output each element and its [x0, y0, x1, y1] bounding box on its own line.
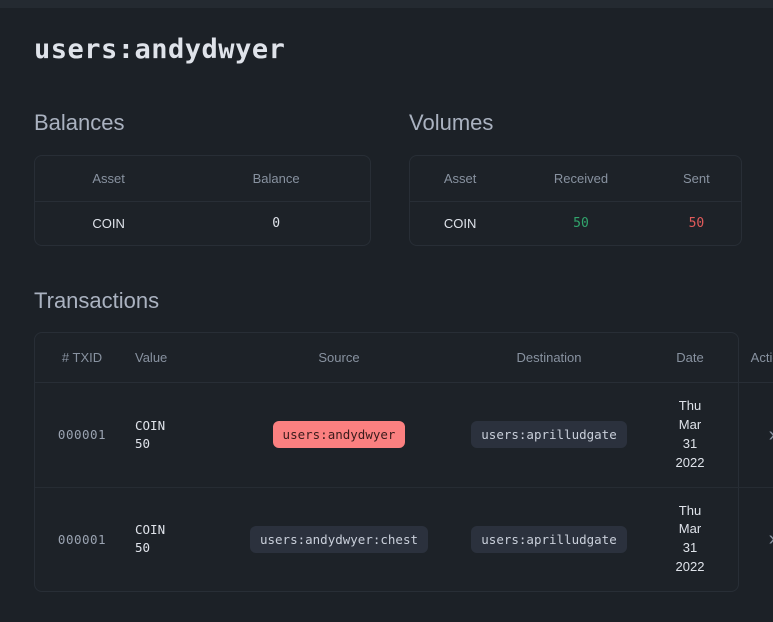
summary-columns: Balances Asset Balance COIN 0 Volumes As…: [34, 110, 742, 246]
tx-cell-actions: ›: [731, 382, 773, 488]
table-row[interactable]: 000001 COIN 50 users:andydwyer users:apr…: [35, 382, 773, 488]
volumes-table: Asset Received Sent COIN 50 50: [410, 155, 741, 245]
tx-cell-actions: ›: [731, 487, 773, 591]
transactions-table: # TXID Value Source Destination Date Act…: [35, 333, 773, 591]
page-title: users:andydwyer: [34, 34, 286, 65]
tx-col-actions: Actions: [731, 333, 773, 384]
volumes-col-asset: Asset: [410, 155, 511, 202]
balances-header-row: Asset Balance: [35, 155, 370, 202]
balances-col-balance: Balance: [182, 155, 370, 202]
tx-value-amount: 50: [135, 435, 151, 451]
page-container: users:andydwyer Balances Asset Balance C…: [0, 34, 773, 592]
volumes-col-sent: Sent: [651, 155, 741, 202]
tx-cell-txid: 000001: [35, 487, 129, 591]
balances-heading: Balances: [34, 110, 125, 136]
volumes-cell-sent: 50: [688, 215, 705, 231]
tx-col-txid: # TXID: [35, 333, 129, 384]
volumes-col-received: Received: [510, 155, 652, 202]
tx-date-weekday: Thu: [678, 502, 702, 518]
tx-source-pill[interactable]: users:andydwyer: [272, 421, 406, 449]
tx-cell-date: Thu Mar 31 2022: [649, 487, 731, 591]
tx-date-year: 2022: [675, 559, 705, 575]
table-row: COIN 50 50: [410, 201, 741, 245]
tx-col-date: Date: [649, 333, 731, 384]
volumes-cell-received: 50: [573, 215, 589, 231]
tx-cell-value: COIN 50: [129, 382, 229, 488]
volumes-section: Volumes Asset Received Sent COIN 50 50: [409, 110, 742, 246]
tx-date-year: 2022: [675, 454, 705, 470]
balances-cell-balance: 0: [272, 215, 281, 231]
tx-cell-destination: users:aprilludgate: [449, 487, 649, 591]
tx-destination-pill[interactable]: users:aprilludgate: [471, 421, 627, 449]
transactions-header-row: # TXID Value Source Destination Date Act…: [35, 333, 773, 384]
tx-cell-source: users:andydwyer: [229, 382, 449, 488]
tx-date-weekday: Thu: [678, 398, 702, 414]
tx-value-asset: COIN: [135, 522, 166, 538]
tx-date-day: 31: [682, 435, 698, 451]
balances-table: Asset Balance COIN 0: [35, 155, 370, 245]
transactions-card: # TXID Value Source Destination Date Act…: [34, 332, 773, 592]
tx-cell-source: users:andydwyer:chest: [229, 487, 449, 591]
top-bar: [0, 0, 773, 8]
volumes-card: Asset Received Sent COIN 50 50: [409, 154, 742, 246]
balances-card: Asset Balance COIN 0: [34, 154, 371, 246]
tx-txid-value: 000001: [57, 531, 107, 547]
volumes-cell-asset: COIN: [443, 215, 477, 231]
tx-destination-pill[interactable]: users:aprilludgate: [471, 525, 627, 553]
tx-col-destination: Destination: [449, 333, 649, 384]
tx-date-day: 31: [682, 540, 698, 556]
tx-col-source: Source: [229, 333, 449, 384]
tx-value-amount: 50: [135, 540, 151, 556]
chevron-right-icon[interactable]: ›: [769, 425, 773, 445]
tx-date-month: Mar: [678, 521, 702, 537]
balances-cell-asset: COIN: [92, 215, 125, 231]
tx-source-pill[interactable]: users:andydwyer:chest: [249, 525, 429, 553]
table-row: COIN 0: [35, 201, 370, 245]
balances-section: Balances Asset Balance COIN 0: [34, 110, 371, 246]
transactions-heading: Transactions: [34, 287, 160, 313]
tx-cell-date: Thu Mar 31 2022: [649, 382, 731, 488]
tx-col-value: Value: [129, 333, 229, 384]
tx-cell-txid: 000001: [35, 382, 129, 488]
tx-cell-value: COIN 50: [129, 487, 229, 591]
volumes-heading: Volumes: [409, 110, 494, 136]
tx-cell-destination: users:aprilludgate: [449, 382, 649, 488]
table-row[interactable]: 000001 COIN 50 users:andydwyer:chest use…: [35, 487, 773, 591]
tx-date-month: Mar: [678, 417, 702, 433]
volumes-header-row: Asset Received Sent: [410, 155, 741, 202]
balances-col-asset: Asset: [35, 155, 183, 202]
chevron-right-icon[interactable]: ›: [769, 529, 773, 549]
tx-txid-value: 000001: [57, 427, 107, 443]
transactions-section: Transactions # TXID Value Source Destina…: [34, 287, 773, 592]
tx-value-asset: COIN: [135, 417, 166, 433]
